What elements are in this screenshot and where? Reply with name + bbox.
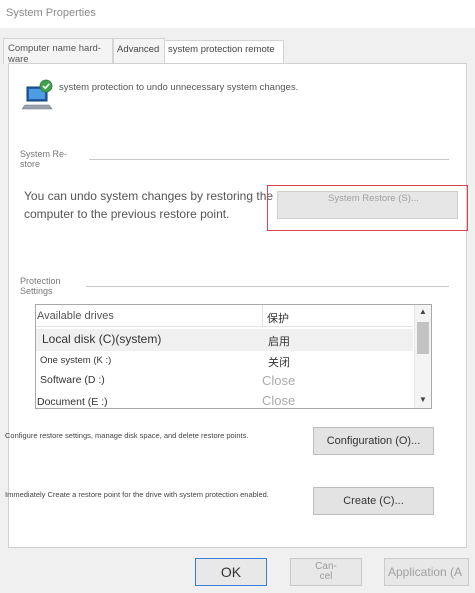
drive-status: 关闭 (268, 357, 290, 369)
system-restore-button[interactable]: System Restore (S)... (277, 191, 458, 219)
section-divider (86, 286, 449, 287)
drive-status: Close (262, 373, 296, 388)
drive-status: 启用 (268, 336, 290, 348)
window-title: System Properties (6, 7, 96, 19)
column-header-drives[interactable]: Available drives (37, 310, 114, 322)
scroll-up-arrow-icon[interactable]: ▲ (414, 307, 431, 316)
cancel-button[interactable]: Can-cel (290, 558, 362, 586)
section-divider (89, 159, 449, 160)
drive-name[interactable]: One system (K :) (40, 355, 111, 366)
column-header-protection[interactable]: 保护 (267, 310, 289, 326)
tab-advanced-label: Advanced (117, 44, 160, 55)
drives-listbox[interactable]: Available drives 保护 Local disk (C)(syste… (35, 304, 432, 409)
computer-shield-icon (22, 79, 53, 110)
column-separator (262, 305, 263, 327)
configure-help-text: Configure restore settings, manage disk … (5, 431, 249, 440)
intro-text: system protection to undo unnecessary sy… (59, 82, 299, 93)
drive-name[interactable]: Document (E :) (37, 396, 108, 408)
drive-status: Close (262, 393, 296, 408)
create-button[interactable]: Create (C)... (313, 487, 434, 515)
drive-name[interactable]: Software (D :) (40, 374, 105, 386)
cancel-button-label: Can-cel (315, 561, 337, 582)
drive-name[interactable]: Local disk (C)(system) (42, 332, 161, 346)
listbox-scrollbar[interactable] (414, 305, 431, 408)
apply-button[interactable]: Application (A (384, 558, 469, 586)
protection-settings-section-label: Protection Settings (20, 276, 61, 296)
tab-computer-name-label: Computer name hard-ware (8, 43, 101, 64)
tab-computer-name[interactable]: Computer name hard-ware (3, 38, 113, 64)
scrollbar-thumb[interactable] (417, 322, 429, 354)
scroll-down-arrow-icon[interactable]: ▼ (414, 395, 431, 404)
system-restore-section-label: System Re-store (20, 149, 68, 169)
tab-system-protection-label: system protection remote (168, 44, 275, 55)
restore-description: You can undo system changes by restoring… (24, 189, 274, 221)
create-help-text: Immediately Create a restore point for t… (5, 490, 269, 499)
configure-button[interactable]: Configuration (O)... (313, 427, 434, 455)
ok-button[interactable]: OK (195, 558, 267, 586)
